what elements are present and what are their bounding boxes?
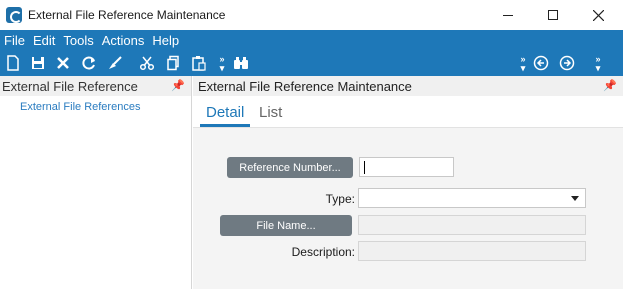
tab-list[interactable]: List xyxy=(259,104,282,121)
toolbar: » ▾ » ▾ » ▾ xyxy=(0,51,623,76)
title-bar: External File Reference Maintenance xyxy=(0,0,623,30)
tab-detail[interactable]: Detail xyxy=(206,104,244,121)
description-input[interactable] xyxy=(358,241,586,261)
menu-file[interactable]: File xyxy=(4,33,25,48)
file-name-input[interactable] xyxy=(358,215,586,235)
maximize-button[interactable] xyxy=(530,0,576,30)
overflow-right-icon[interactable]: » ▾ xyxy=(590,55,606,73)
chevron-down-icon xyxy=(571,196,579,201)
description-label: Description: xyxy=(291,245,355,259)
left-panel-title: External File Reference xyxy=(2,78,138,94)
refresh-icon[interactable] xyxy=(81,55,97,71)
type-select[interactable] xyxy=(358,188,586,208)
search-icon[interactable] xyxy=(233,55,249,71)
maximize-icon xyxy=(548,10,558,20)
right-panel-title: External File Reference Maintenance xyxy=(198,78,412,94)
type-label: Type: xyxy=(325,192,355,206)
left-panel: External File Reference 📌 External File … xyxy=(0,76,192,289)
clear-icon[interactable] xyxy=(107,55,123,71)
text-caret xyxy=(364,161,365,174)
right-panel-header: External File Reference Maintenance 📌 xyxy=(193,76,623,96)
window-title: External File Reference Maintenance xyxy=(28,8,226,22)
active-tab-indicator xyxy=(200,124,250,127)
menu-edit[interactable]: Edit xyxy=(33,33,55,48)
paste-icon[interactable] xyxy=(191,55,207,71)
right-panel: External File Reference Maintenance 📌 De… xyxy=(193,76,623,289)
save-icon[interactable] xyxy=(30,55,46,71)
back-icon[interactable] xyxy=(533,55,549,71)
minimize-button[interactable] xyxy=(485,0,531,30)
left-panel-header: External File Reference 📌 xyxy=(0,76,191,96)
file-name-button[interactable]: File Name... xyxy=(220,215,352,236)
overflow-icon[interactable]: » ▾ xyxy=(515,55,531,73)
pin-icon[interactable]: 📌 xyxy=(603,79,617,92)
pin-icon[interactable]: 📌 xyxy=(171,79,185,92)
close-icon xyxy=(592,9,604,21)
reference-number-input[interactable] xyxy=(359,157,454,177)
new-icon[interactable] xyxy=(5,55,21,71)
forward-icon[interactable] xyxy=(559,55,575,71)
menu-tools[interactable]: Tools xyxy=(63,33,93,48)
cut-icon[interactable] xyxy=(139,55,155,71)
copy-icon[interactable] xyxy=(165,55,181,71)
app-logo-icon xyxy=(6,7,22,23)
close-button[interactable] xyxy=(575,0,621,30)
more-icon[interactable]: » ▾ xyxy=(214,55,230,73)
delete-icon[interactable] xyxy=(55,55,71,71)
minimize-icon xyxy=(503,14,513,16)
tree-item-external-file-references[interactable]: External File References xyxy=(20,101,140,113)
reference-number-button[interactable]: Reference Number... xyxy=(227,157,353,178)
menu-bar: File Edit Tools Actions Help xyxy=(0,30,623,51)
menu-actions[interactable]: Actions xyxy=(102,33,145,48)
menu-help[interactable]: Help xyxy=(152,33,179,48)
tab-bar: Detail List xyxy=(193,96,623,128)
